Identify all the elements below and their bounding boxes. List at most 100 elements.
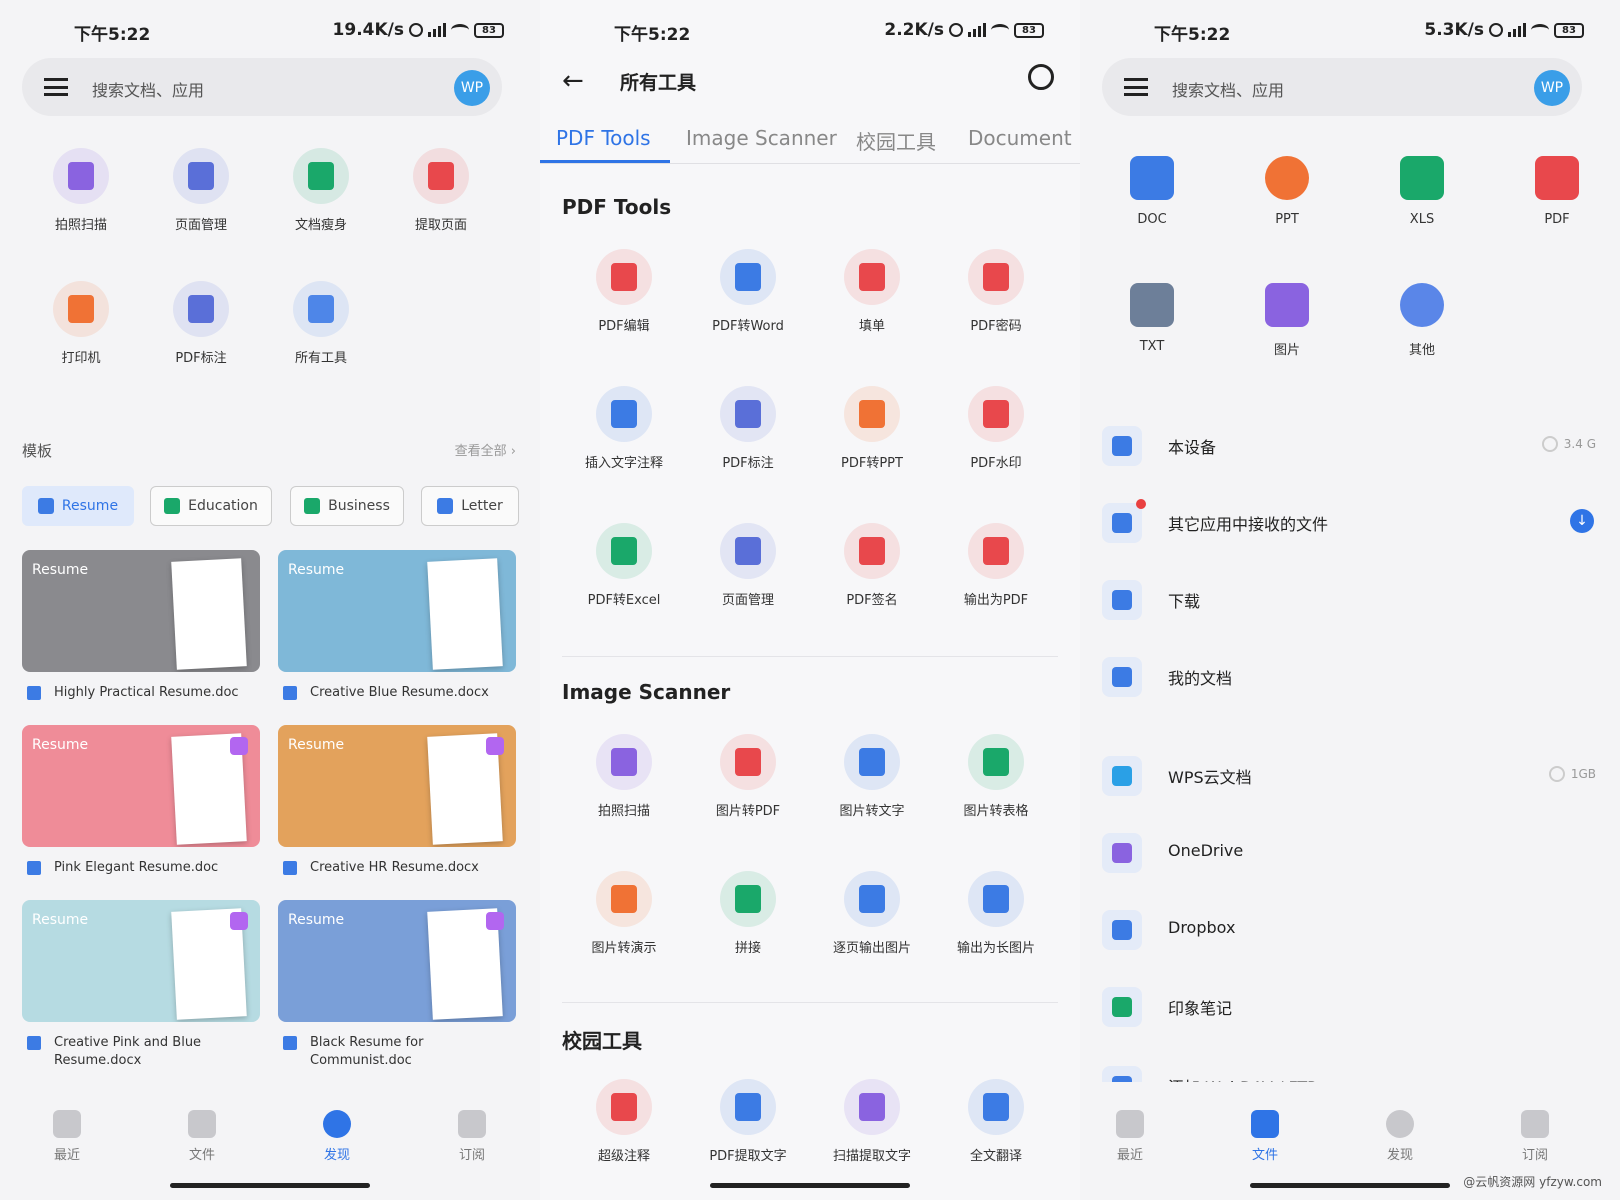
tool-item[interactable]: PDF标注 bbox=[688, 386, 808, 471]
quick-tool[interactable]: 拍照扫描 bbox=[21, 148, 141, 233]
quick-tool[interactable]: 打印机 bbox=[21, 281, 141, 366]
status-bar: 下午5:22 2.2K/s 83 bbox=[540, 16, 1080, 45]
location-item[interactable]: Dropbox bbox=[1080, 902, 1620, 962]
tool-item[interactable]: PDF编辑 bbox=[564, 249, 684, 334]
quick-tool[interactable]: 所有工具 bbox=[261, 281, 381, 366]
nav-recent[interactable]: 最近 bbox=[1095, 1110, 1165, 1163]
home-indicator bbox=[1250, 1183, 1450, 1188]
doc-icon bbox=[27, 1036, 41, 1050]
tool-item[interactable]: PDF转Excel bbox=[564, 523, 684, 608]
crown-icon bbox=[1521, 1110, 1549, 1138]
avatar[interactable]: WP bbox=[1534, 70, 1570, 106]
nav-discover[interactable]: 发现 bbox=[1365, 1110, 1435, 1163]
tab-pdf-tools[interactable]: PDF Tools bbox=[556, 126, 651, 150]
tool-item[interactable]: 全文翻译 bbox=[936, 1079, 1056, 1164]
nav-discover[interactable]: 发现 bbox=[302, 1110, 372, 1163]
location-item[interactable]: 其它应用中接收的文件 ↓ bbox=[1080, 495, 1620, 555]
status-time: 下午5:22 bbox=[614, 25, 691, 45]
file-type-item[interactable]: PDF bbox=[1507, 156, 1607, 227]
template-card[interactable]: Resume Creative HR Resume.docx bbox=[278, 725, 516, 877]
template-card[interactable]: Resume Creative Pink and Blue Resume.docx bbox=[22, 900, 260, 1070]
tool-icon bbox=[844, 734, 900, 790]
file-type-item[interactable]: TXT bbox=[1102, 283, 1202, 354]
tool-glyph bbox=[983, 263, 1009, 291]
search-bar[interactable]: 搜索文档、应用 WP bbox=[22, 58, 502, 116]
location-item[interactable]: WPS云文档 1GB bbox=[1080, 748, 1620, 808]
file-type-item[interactable]: PPT bbox=[1237, 156, 1337, 227]
menu-icon[interactable] bbox=[44, 78, 68, 96]
file-type-item[interactable]: 图片 bbox=[1237, 283, 1337, 358]
search-icon[interactable] bbox=[1028, 64, 1054, 90]
tool-icon bbox=[720, 871, 776, 927]
tool-item[interactable]: 图片转表格 bbox=[936, 734, 1056, 819]
tool-item[interactable]: 页面管理 bbox=[688, 523, 808, 608]
template-card[interactable]: Resume Creative Blue Resume.docx bbox=[278, 550, 516, 702]
view-all-link[interactable]: 查看全部 › bbox=[455, 440, 516, 459]
tool-item[interactable]: 逐页输出图片 bbox=[812, 871, 932, 956]
template-card[interactable]: Resume Pink Elegant Resume.doc bbox=[22, 725, 260, 877]
premium-diamond-icon bbox=[486, 737, 504, 755]
tool-item[interactable]: 图片转PDF bbox=[688, 734, 808, 819]
template-thumbnail: Resume bbox=[22, 725, 260, 847]
tool-label: 全文翻译 bbox=[969, 1149, 1022, 1164]
location-item[interactable]: 本设备 3.4 G bbox=[1080, 418, 1620, 478]
tool-item[interactable]: PDF密码 bbox=[936, 249, 1056, 334]
nav-files[interactable]: 文件 bbox=[1230, 1110, 1300, 1163]
back-arrow-icon[interactable]: ← bbox=[562, 66, 584, 96]
tool-item[interactable]: 拍照扫描 bbox=[564, 734, 684, 819]
tool-glyph bbox=[188, 162, 214, 190]
quick-tool[interactable]: PDF标注 bbox=[141, 281, 261, 366]
quick-tool[interactable]: 提取页面 bbox=[381, 148, 501, 233]
tool-item[interactable]: 输出为长图片 bbox=[936, 871, 1056, 956]
quick-tool[interactable]: 文档瘦身 bbox=[261, 148, 381, 233]
file-type-item[interactable]: DOC bbox=[1102, 156, 1202, 227]
tool-item[interactable]: 填单 bbox=[812, 249, 932, 334]
file-type-icon bbox=[1400, 156, 1444, 200]
tool-item[interactable]: PDF水印 bbox=[936, 386, 1056, 471]
nav-subscribe[interactable]: 订阅 bbox=[1500, 1110, 1570, 1163]
tool-item[interactable]: 图片转演示 bbox=[564, 871, 684, 956]
location-icon bbox=[1102, 756, 1142, 796]
location-item[interactable]: 我的文档 bbox=[1080, 649, 1620, 709]
nav-recent[interactable]: 最近 bbox=[32, 1110, 102, 1163]
download-icon[interactable]: ↓ bbox=[1570, 509, 1594, 533]
tool-item[interactable]: 扫描提取文字 bbox=[812, 1079, 932, 1164]
file-type-item[interactable]: 其他 bbox=[1372, 283, 1472, 358]
template-chip[interactable]: Education bbox=[150, 486, 272, 526]
tool-icon bbox=[844, 523, 900, 579]
template-card[interactable]: Resume Highly Practical Resume.doc bbox=[22, 550, 260, 702]
tool-item[interactable]: 输出为PDF bbox=[936, 523, 1056, 608]
tool-item[interactable]: PDF转Word bbox=[688, 249, 808, 334]
location-item[interactable]: OneDrive bbox=[1080, 825, 1620, 885]
tool-glyph bbox=[428, 162, 454, 190]
tool-glyph bbox=[859, 885, 885, 913]
menu-icon[interactable] bbox=[1124, 78, 1148, 96]
location-name: Dropbox bbox=[1168, 918, 1236, 937]
template-chip[interactable]: Resume bbox=[22, 486, 134, 526]
nav-files[interactable]: 文件 bbox=[167, 1110, 237, 1163]
tool-item[interactable]: PDF签名 bbox=[812, 523, 932, 608]
location-item[interactable]: 下载 bbox=[1080, 572, 1620, 632]
tool-item[interactable]: PDF转PPT bbox=[812, 386, 932, 471]
template-chip[interactable]: Letter bbox=[421, 486, 519, 526]
tab-image-scanner[interactable]: Image Scanner bbox=[686, 126, 837, 150]
template-chip[interactable]: Business bbox=[290, 486, 404, 526]
search-bar[interactable]: 搜索文档、应用 WP bbox=[1102, 58, 1582, 116]
tool-item[interactable]: 超级注释 bbox=[564, 1079, 684, 1164]
location-item[interactable]: 印象笔记 bbox=[1080, 979, 1620, 1039]
search-placeholder[interactable]: 搜索文档、应用 bbox=[1172, 77, 1284, 101]
template-card[interactable]: Resume Black Resume for Communist.doc bbox=[278, 900, 516, 1070]
avatar[interactable]: WP bbox=[454, 70, 490, 106]
recent-icon bbox=[53, 1110, 81, 1138]
tool-item[interactable]: 拼接 bbox=[688, 871, 808, 956]
quick-tool[interactable]: 页面管理 bbox=[141, 148, 261, 233]
search-placeholder[interactable]: 搜索文档、应用 bbox=[92, 77, 204, 101]
network-speed: 19.4K/s bbox=[332, 20, 404, 40]
file-type-item[interactable]: XLS bbox=[1372, 156, 1472, 227]
tool-item[interactable]: PDF提取文字 bbox=[688, 1079, 808, 1164]
tool-item[interactable]: 插入文字注释 bbox=[564, 386, 684, 471]
tool-item[interactable]: 图片转文字 bbox=[812, 734, 932, 819]
tab-campus-tools[interactable]: 校园工具 bbox=[856, 126, 936, 155]
tab-document[interactable]: Document bbox=[968, 126, 1072, 150]
nav-subscribe[interactable]: 订阅 bbox=[437, 1110, 507, 1163]
